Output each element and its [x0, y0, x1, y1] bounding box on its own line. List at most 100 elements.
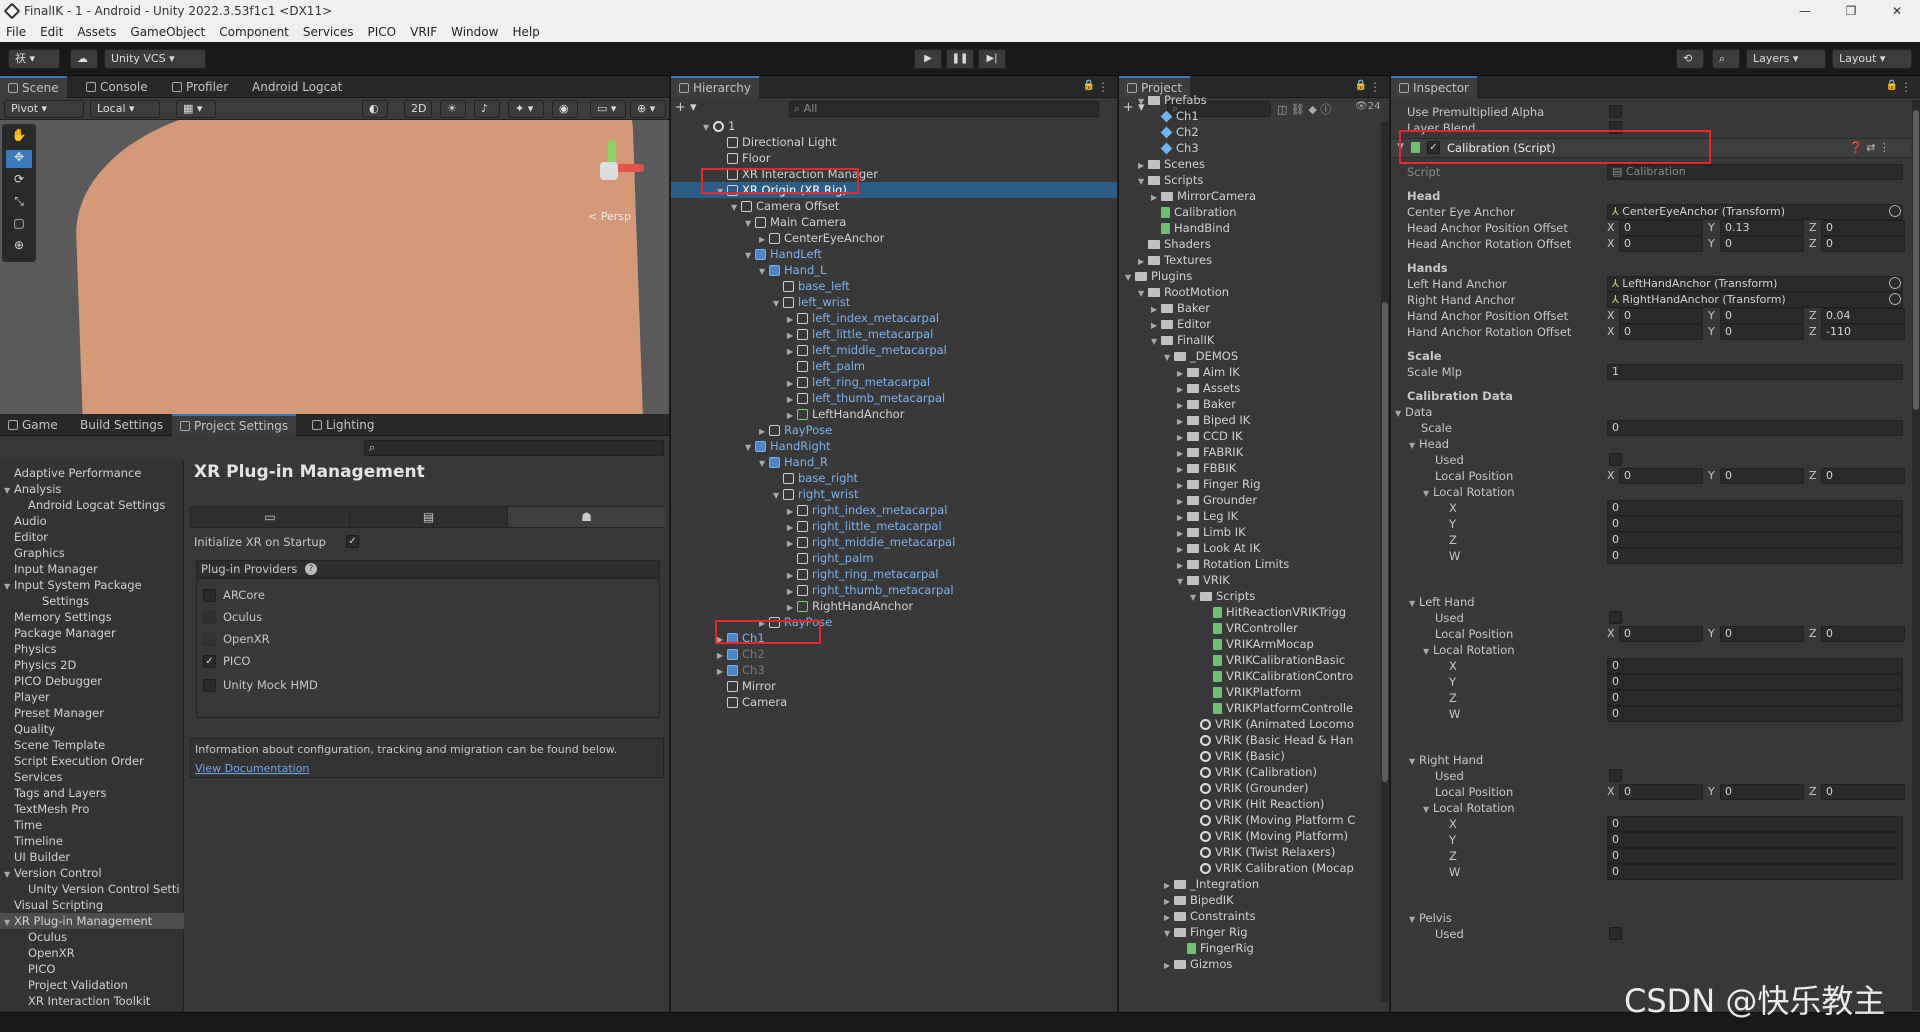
- hierarchy-item[interactable]: ▼ Hand_L: [759, 262, 826, 278]
- minimize-button[interactable]: —: [1782, 0, 1828, 22]
- project-item[interactable]: ▶ Biped IK: [1177, 412, 1250, 428]
- settings-item[interactable]: Tags and Layers: [0, 785, 184, 801]
- project-item[interactable]: ▶ Assets: [1177, 380, 1240, 396]
- settings-item[interactable]: Android Logcat Settings: [0, 497, 184, 513]
- project-item[interactable]: VRIK (Animated Locomo: [1190, 716, 1354, 732]
- object-picker-icon[interactable]: [1889, 205, 1901, 217]
- left-hand-rot-y-field[interactable]: 0: [1607, 674, 1903, 690]
- panel-menu-icon[interactable]: ⋮: [1900, 80, 1912, 94]
- layout-dropdown[interactable]: Layout ▾: [1832, 49, 1912, 69]
- tab-build-settings[interactable]: Build Settings: [72, 414, 171, 436]
- rotate-tool-icon[interactable]: ⟳: [6, 172, 32, 190]
- project-item[interactable]: Ch2: [1151, 124, 1199, 140]
- pelvis-used-checkbox[interactable]: [1609, 927, 1622, 940]
- hierarchy-item[interactable]: ▶ left_ring_metacarpal: [787, 374, 930, 390]
- project-item[interactable]: VRIKCalibrationContro: [1203, 668, 1353, 684]
- project-item[interactable]: VRIKArmMocap: [1203, 636, 1314, 652]
- project-item[interactable]: Ch1: [1151, 108, 1199, 124]
- left-hand-local-rotation-foldout[interactable]: ▼ Local Rotation: [1423, 642, 1515, 660]
- hand-tool-icon[interactable]: ✋: [6, 128, 32, 146]
- project-item[interactable]: ▶ Look At IK: [1177, 540, 1260, 556]
- right-hand-rot-w-field[interactable]: 0: [1607, 864, 1903, 880]
- camera-dropdown-icon[interactable]: ▭ ▾: [590, 100, 626, 118]
- project-item[interactable]: Shaders: [1138, 236, 1211, 252]
- hierarchy-item[interactable]: ▼ Camera Offset: [731, 198, 839, 214]
- cloud-button[interactable]: ☁: [70, 49, 98, 69]
- account-dropdown[interactable]: 祆 ▾: [8, 49, 60, 69]
- settings-item[interactable]: Input Manager: [0, 561, 184, 577]
- project-item[interactable]: VRController: [1203, 620, 1298, 636]
- panel-menu-icon[interactable]: ⋮: [1369, 80, 1381, 94]
- android-platform-icon[interactable]: ☗: [507, 507, 665, 527]
- menu-gameobject[interactable]: GameObject: [130, 25, 205, 39]
- hierarchy-item[interactable]: Mirror: [717, 678, 776, 694]
- hand-pos-x[interactable]: 0: [1619, 308, 1703, 324]
- hierarchy-item[interactable]: ▶ RayPose: [759, 422, 832, 438]
- menu-vrif[interactable]: VRIF: [410, 25, 437, 39]
- pivot-dropdown[interactable]: Pivot ▾: [4, 100, 84, 118]
- settings-item[interactable]: Quality: [0, 721, 184, 737]
- project-item[interactable]: VRIK Calibration (Mocap: [1190, 860, 1354, 876]
- view-documentation-link[interactable]: View Documentation: [195, 761, 309, 777]
- hierarchy-item[interactable]: ▼ Hand_R: [759, 454, 828, 470]
- lock-icon[interactable]: 🔒: [1886, 80, 1898, 91]
- right-hand-anchor-field[interactable]: ⅄ RightHandAnchor (Transform): [1607, 292, 1903, 308]
- settings-item[interactable]: XR Interaction Toolkit: [0, 993, 184, 1009]
- project-item[interactable]: VRIKPlatformControlle: [1203, 700, 1353, 716]
- head-rot-y[interactable]: 0: [1720, 236, 1804, 252]
- settings-item[interactable]: Project Validation: [0, 977, 184, 993]
- project-item[interactable]: ▼ Scripts: [1138, 172, 1203, 188]
- right-hand-rot-x-field[interactable]: 0: [1607, 816, 1903, 832]
- step-button[interactable]: ▶|: [978, 49, 1006, 69]
- grid-snap-icon[interactable]: ▦ ▾: [176, 100, 216, 118]
- head-pos-x[interactable]: 0: [1619, 220, 1703, 236]
- settings-item[interactable]: Settings: [0, 593, 184, 609]
- project-item[interactable]: ▶ BipedIK: [1164, 892, 1234, 908]
- layer-blend-checkbox[interactable]: [1609, 121, 1622, 134]
- pico-checkbox[interactable]: ✓: [203, 655, 216, 668]
- settings-item[interactable]: Editor: [0, 529, 184, 545]
- visibility-toggle-icon[interactable]: ◉: [552, 100, 578, 118]
- project-item[interactable]: ▼ Scripts: [1190, 588, 1255, 604]
- webgl-platform-icon[interactable]: ▤: [349, 507, 507, 527]
- settings-item[interactable]: ▼ XR Plug-in Management: [0, 913, 184, 929]
- settings-item[interactable]: Scene Template: [0, 737, 184, 753]
- left-hand-local-pos-x[interactable]: 0: [1619, 626, 1703, 642]
- project-item[interactable]: ▶ Grounder: [1177, 492, 1257, 508]
- head-rot-x-field[interactable]: 0: [1607, 500, 1903, 516]
- project-item[interactable]: ▶ Finger Rig: [1177, 476, 1261, 492]
- settings-item[interactable]: Services: [0, 769, 184, 785]
- settings-item[interactable]: PICO Debugger: [0, 673, 184, 689]
- settings-item[interactable]: Preset Manager: [0, 705, 184, 721]
- lighting-toggle-icon[interactable]: ☀: [440, 100, 466, 118]
- hierarchy-item[interactable]: ▶ RightHandAnchor: [787, 598, 913, 614]
- settings-item[interactable]: ▼ Input System Package: [0, 577, 184, 593]
- project-item[interactable]: Ch3: [1151, 140, 1199, 156]
- history-icon[interactable]: ⟲: [1676, 49, 1704, 69]
- project-item[interactable]: VRIK (Basic Head & Han: [1190, 732, 1353, 748]
- project-item[interactable]: ▼ RootMotion: [1138, 284, 1229, 300]
- pause-button[interactable]: ❚❚: [946, 49, 974, 69]
- shading-mode-icon[interactable]: ◐: [362, 100, 388, 118]
- hand-rot-x[interactable]: 0: [1619, 324, 1703, 340]
- hierarchy-item[interactable]: ▶ RayPose: [759, 614, 832, 630]
- arcore-checkbox[interactable]: [203, 589, 216, 602]
- project-item[interactable]: VRIK (Basic): [1190, 748, 1285, 764]
- hierarchy-item[interactable]: ▶ left_index_metacarpal: [787, 310, 939, 326]
- center-eye-anchor-field[interactable]: ⅄ CenterEyeAnchor (Transform): [1607, 204, 1903, 220]
- head-local-pos-y[interactable]: 0: [1720, 468, 1804, 484]
- project-item[interactable]: ▶ Constraints: [1164, 908, 1256, 924]
- play-button[interactable]: ▶: [914, 49, 942, 69]
- hierarchy-item[interactable]: Directional Light: [717, 134, 837, 150]
- head-used-checkbox[interactable]: [1609, 453, 1622, 466]
- init-xr-checkbox[interactable]: ✓: [346, 535, 359, 548]
- head-pos-y[interactable]: 0.13: [1720, 220, 1804, 236]
- search-icon[interactable]: ⌕: [1712, 49, 1740, 69]
- hierarchy-item[interactable]: ▼ XR Origin (XR Rig): [717, 182, 847, 198]
- left-hand-local-pos-z[interactable]: 0: [1821, 626, 1905, 642]
- right-hand-rot-z-field[interactable]: 0: [1607, 848, 1903, 864]
- project-item[interactable]: ▶ CCD IK: [1177, 428, 1243, 444]
- project-item[interactable]: Calibration: [1151, 204, 1237, 220]
- hand-rot-y[interactable]: 0: [1720, 324, 1804, 340]
- settings-item[interactable]: ▼ Analysis: [0, 481, 184, 497]
